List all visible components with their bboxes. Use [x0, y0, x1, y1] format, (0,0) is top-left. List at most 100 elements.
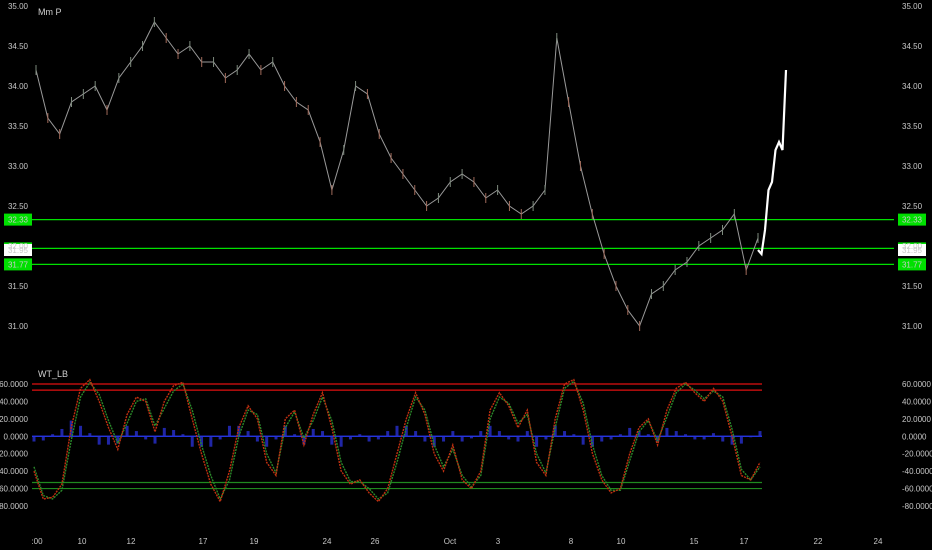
- x-tick-label: 26: [371, 537, 380, 546]
- histogram-bar: [628, 427, 632, 437]
- histogram-bar: [469, 436, 473, 439]
- histogram-bar: [600, 436, 604, 442]
- histogram-bar: [423, 436, 427, 442]
- osc-tick-label-right: 60.0000: [902, 380, 931, 389]
- histogram-bar: [414, 431, 418, 437]
- x-tick-label: 17: [740, 537, 749, 546]
- histogram-bar: [367, 436, 371, 442]
- chart-canvas: Mm P WT_LB 32.3332.3331.9731.9731.7731.7…: [0, 0, 932, 550]
- osc-tick-label-right: -40.0000: [902, 467, 932, 476]
- histogram-bar: [395, 425, 399, 437]
- histogram-bar: [32, 436, 36, 442]
- price-tick-label-left: 35.00: [8, 2, 29, 11]
- histogram-bar: [218, 436, 222, 440]
- osc-tick-label-right: -20.0000: [902, 450, 932, 459]
- level-badge-right-text: 32.33: [902, 216, 923, 225]
- histogram-bar: [162, 427, 166, 437]
- histogram-bar: [497, 431, 501, 437]
- price-tick-label-right: 34.00: [902, 82, 923, 91]
- histogram-bar: [702, 436, 706, 440]
- price-tick-label-left: 32.00: [8, 242, 29, 251]
- histogram-bar: [265, 436, 269, 447]
- histogram-bar: [479, 431, 483, 437]
- histogram-bar: [97, 436, 101, 445]
- histogram-bar: [711, 433, 715, 437]
- histogram-bar: [516, 436, 520, 442]
- price-tick-label-right: 32.50: [902, 202, 923, 211]
- histogram-bar: [693, 436, 697, 440]
- histogram-bar: [348, 436, 352, 440]
- price-tick-label-right: 33.50: [902, 122, 923, 131]
- osc-tick-label-left: -80.0000: [0, 502, 29, 511]
- osc-tick-label-right: 20.0000: [902, 415, 931, 424]
- histogram-bar: [79, 425, 83, 437]
- price-tick-label-right: 33.00: [902, 162, 923, 171]
- histogram-bar: [442, 436, 446, 442]
- level-badge-left-text: 31.77: [8, 260, 29, 269]
- x-tick-label: 12: [127, 537, 136, 546]
- histogram-bar: [125, 425, 129, 437]
- histogram-bar: [190, 436, 194, 447]
- histogram-bar: [311, 428, 315, 437]
- osc-tick-label-left: -60.0000: [0, 485, 29, 494]
- osc-tick-label-left: -40.0000: [0, 467, 29, 476]
- histogram-bar: [525, 431, 529, 437]
- histogram-bar: [255, 436, 259, 442]
- histogram-bar: [544, 436, 548, 440]
- osc-tick-label-right: 40.0000: [902, 397, 931, 406]
- histogram-bar: [209, 436, 213, 447]
- price-tick-label-left: 32.50: [8, 202, 29, 211]
- price-tick-label-right: 31.50: [902, 282, 923, 291]
- histogram-bar: [386, 431, 390, 437]
- chart-background: [0, 0, 932, 550]
- histogram-bar: [758, 431, 762, 437]
- histogram-bar: [618, 434, 622, 437]
- price-tick-label-right: 34.50: [902, 42, 923, 51]
- x-tick-label: 24: [323, 537, 332, 546]
- price-tick-label-left: 34.00: [8, 82, 29, 91]
- x-tick-label: 24: [874, 537, 883, 546]
- histogram-bar: [339, 436, 343, 447]
- histogram-bar: [153, 436, 157, 444]
- level-badge-left-text: 32.33: [8, 216, 29, 225]
- histogram-bar: [321, 431, 325, 437]
- osc-tick-label-left: 60.0000: [0, 380, 29, 389]
- x-tick-label: 17: [199, 537, 208, 546]
- x-tick-label: Oct: [444, 537, 457, 546]
- osc-tick-label-right: 0.0000: [902, 432, 927, 441]
- main-pane-title: Mm P: [38, 7, 62, 17]
- histogram-bar: [376, 436, 380, 440]
- histogram-bar: [293, 434, 297, 437]
- histogram-bar: [609, 436, 613, 440]
- x-tick-label: 10: [78, 537, 87, 546]
- histogram-bar: [274, 436, 278, 440]
- osc-tick-label-right: -80.0000: [902, 502, 932, 511]
- histogram-bar: [581, 436, 585, 445]
- osc-tick-label-right: -60.0000: [902, 485, 932, 494]
- x-tick-label: 10: [617, 537, 626, 546]
- price-tick-label-left: 33.00: [8, 162, 29, 171]
- price-tick-label-left: 31.00: [8, 322, 29, 331]
- x-tick-label: :00: [31, 537, 43, 546]
- histogram-bar: [227, 425, 231, 437]
- histogram-bar: [172, 430, 176, 437]
- histogram-bar: [665, 427, 669, 437]
- x-tick-label: 8: [569, 537, 574, 546]
- x-tick-label: 3: [496, 537, 501, 546]
- histogram-bar: [181, 434, 185, 437]
- x-tick-label: 15: [690, 537, 699, 546]
- histogram-bar: [106, 436, 110, 445]
- histogram-bar: [358, 434, 362, 437]
- histogram-bar: [563, 431, 567, 437]
- histogram-bar: [246, 431, 250, 437]
- histogram-bar: [674, 431, 678, 437]
- histogram-bar: [535, 436, 539, 447]
- osc-tick-label-left: 40.0000: [0, 397, 29, 406]
- price-tick-label-left: 33.50: [8, 122, 29, 131]
- osc-tick-label-left: 0.0000: [4, 432, 29, 441]
- histogram-bar: [572, 434, 576, 437]
- histogram-bar: [51, 434, 55, 437]
- histogram-bar: [88, 433, 92, 437]
- histogram-bar: [721, 436, 725, 442]
- histogram-bar: [646, 434, 650, 437]
